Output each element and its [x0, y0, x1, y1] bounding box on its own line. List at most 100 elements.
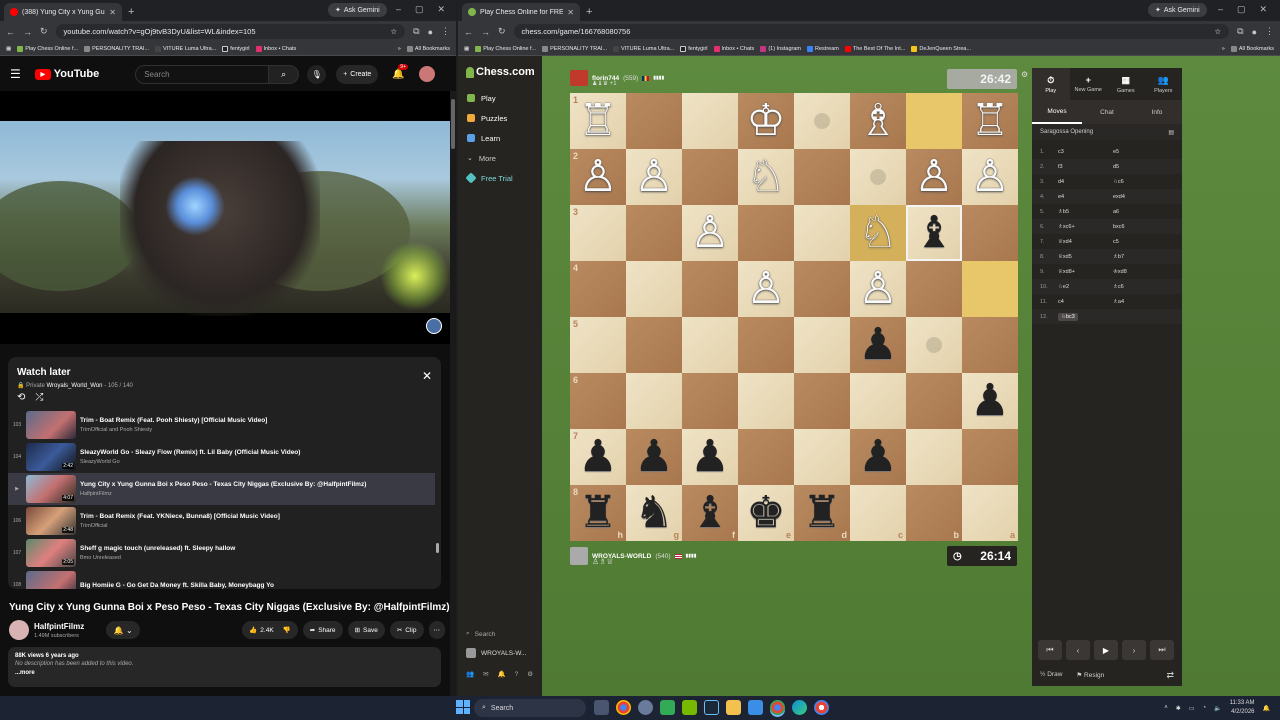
notifications-button[interactable]: 🔔 9+	[392, 63, 408, 80]
extensions-icon[interactable]: ⧉	[413, 26, 419, 37]
search-input[interactable]: Search	[135, 64, 270, 84]
black-move[interactable]: e5	[1113, 149, 1163, 155]
reload-icon[interactable]: ↻	[498, 26, 506, 37]
board-square[interactable]	[906, 261, 962, 317]
board-square[interactable]	[682, 317, 738, 373]
apps-icon[interactable]: ▦	[464, 46, 469, 52]
board-square[interactable]	[794, 317, 850, 373]
bookmark-star-icon[interactable]: ☆	[1214, 27, 1221, 36]
player-avatar[interactable]	[570, 547, 588, 565]
search-button[interactable]: ⌕	[269, 64, 300, 84]
network-icon[interactable]: ▭	[1189, 705, 1195, 712]
list-item[interactable]: 107 2:05 Sheff g magic touch (unreleased…	[8, 537, 435, 569]
board-square[interactable]	[906, 429, 962, 485]
new-tab-icon[interactable]: +	[586, 6, 592, 18]
white-pawn-piece[interactable]: ♙	[970, 155, 1009, 199]
friends-icon[interactable]: 👥	[466, 670, 474, 678]
taskbar-search[interactable]: ⌕ Search	[474, 699, 586, 717]
close-tab-icon[interactable]: ✕	[109, 8, 116, 17]
nav-free-trial[interactable]: Free Trial	[458, 168, 542, 188]
nvidia-icon[interactable]	[682, 700, 697, 715]
board-square[interactable]: ♖ 1	[570, 93, 626, 149]
subtab-chat[interactable]: Chat	[1082, 100, 1132, 124]
black-king-piece[interactable]: ♚	[746, 491, 785, 535]
channel-avatar[interactable]	[9, 620, 29, 640]
board-square[interactable]: ♙	[906, 149, 962, 205]
board-square[interactable]	[682, 93, 738, 149]
avatar[interactable]	[418, 66, 435, 82]
more-bookmarks-icon[interactable]: »	[1222, 46, 1225, 52]
board-square[interactable]	[850, 149, 906, 205]
black-move[interactable]: d5	[1113, 164, 1163, 170]
sidebar-profile[interactable]: WROYALS-W...	[466, 648, 526, 658]
all-bookmarks[interactable]: All Bookmarks	[406, 45, 450, 52]
help-icon[interactable]: ?	[515, 671, 519, 678]
black-move[interactable]: ♗c6	[1113, 284, 1163, 290]
board-square[interactable]	[626, 317, 682, 373]
task-view-icon[interactable]	[594, 700, 609, 715]
black-pawn-piece[interactable]: ♟	[578, 435, 617, 479]
black-bishop-piece[interactable]: ♝	[690, 491, 729, 535]
white-bishop-piece[interactable]: ♗	[858, 99, 897, 143]
board-square[interactable]: ♟ 7	[570, 429, 626, 485]
board-square[interactable]	[626, 261, 682, 317]
current-move[interactable]: ♘bc3	[1058, 312, 1078, 321]
black-move[interactable]: ♗b7	[1113, 254, 1163, 260]
apps-icon[interactable]: ▦	[6, 46, 11, 52]
create-button[interactable]: + Create	[336, 64, 379, 84]
chrome-icon[interactable]	[616, 700, 631, 715]
more-bookmarks-icon[interactable]: »	[398, 46, 401, 52]
board-square[interactable]	[738, 317, 794, 373]
board-square[interactable]	[794, 373, 850, 429]
youtube-logo[interactable]: ▶ YouTube	[34, 68, 99, 80]
board-square[interactable]	[682, 149, 738, 205]
legal-move-hint[interactable]	[814, 113, 830, 129]
board-square[interactable]: 5	[570, 317, 626, 373]
board-square[interactable]: ♙	[962, 149, 1018, 205]
board-square[interactable]	[682, 373, 738, 429]
opening-name[interactable]: Saragossa Opening	[1040, 129, 1093, 135]
board-square[interactable]: 3	[570, 205, 626, 261]
list-item[interactable]: 104 2:42 SleazyWorld Go - Sleazy Flow (R…	[8, 441, 435, 473]
like-button[interactable]: 👍 2.4K 👎	[242, 621, 298, 639]
profile-icon[interactable]: ●	[1252, 27, 1257, 37]
white-rook-piece[interactable]: ♖	[970, 99, 1009, 143]
media-icon[interactable]	[660, 700, 675, 715]
forward-icon[interactable]: →	[481, 27, 490, 37]
more-actions-button[interactable]: ⋯	[428, 621, 445, 639]
black-pawn-piece[interactable]: ♟	[634, 435, 673, 479]
subtab-moves[interactable]: Moves	[1032, 100, 1082, 124]
board-square[interactable]	[906, 93, 962, 149]
playlist-owner[interactable]: Wroyals_World_Won	[47, 383, 103, 389]
black-move[interactable]: ♔xd8	[1113, 269, 1163, 275]
board-square[interactable]: ♗	[850, 93, 906, 149]
playlist-title[interactable]: Watch later	[17, 367, 432, 378]
white-move[interactable]: f3	[1058, 164, 1113, 170]
chesscom-logo[interactable]: Chess.com	[466, 66, 542, 78]
store-icon[interactable]	[748, 700, 763, 715]
prev-move-button[interactable]: ‹	[1066, 640, 1090, 660]
maximize-icon[interactable]: ▢	[1237, 4, 1246, 15]
board-square[interactable]	[682, 261, 738, 317]
forward-icon[interactable]: →	[23, 27, 32, 37]
board-settings-icon[interactable]: ⚙	[1021, 70, 1028, 79]
chess-board[interactable]: ♖ 1 ♔ ♗ ♖ ♙ 2 ♙ ♘ ♙ ♙ 3 ♙ ♘ ♝ 4 ♙ ♙ 5 ♟ 6 ♟ ♟ 7 ♟ ♟ ♟ ♜ 8 h ♞ g ♝ f ♚ e ♜ d c b…	[570, 93, 1018, 541]
black-rook-piece[interactable]: ♜	[802, 491, 841, 535]
board-square[interactable]: ♝ f	[682, 485, 738, 541]
board-square[interactable]	[962, 429, 1018, 485]
back-icon[interactable]: ←	[464, 27, 473, 37]
board-square[interactable]: ♙	[626, 149, 682, 205]
board-square[interactable]	[626, 373, 682, 429]
black-bishop-piece[interactable]: ♝	[914, 211, 953, 255]
board-square[interactable]	[794, 149, 850, 205]
ask-gemini-button[interactable]: ✦ Ask Gemini	[328, 3, 387, 17]
black-move[interactable]: bxc6	[1113, 224, 1163, 230]
white-pawn-piece[interactable]: ♙	[578, 155, 617, 199]
bookmark-item[interactable]: VITURE Luma Ultra...	[155, 45, 216, 52]
thumbs-down-icon[interactable]: 👎	[283, 626, 291, 634]
menu-icon[interactable]: ⋮	[1265, 26, 1274, 37]
folder-icon[interactable]	[726, 700, 741, 715]
list-item-current[interactable]: ▶ 4:07 Yung City x Yung Gunna Boi x Peso…	[8, 473, 435, 505]
mail-icon[interactable]: ✉	[483, 670, 488, 678]
extensions-icon[interactable]: ⧉	[1237, 26, 1243, 37]
